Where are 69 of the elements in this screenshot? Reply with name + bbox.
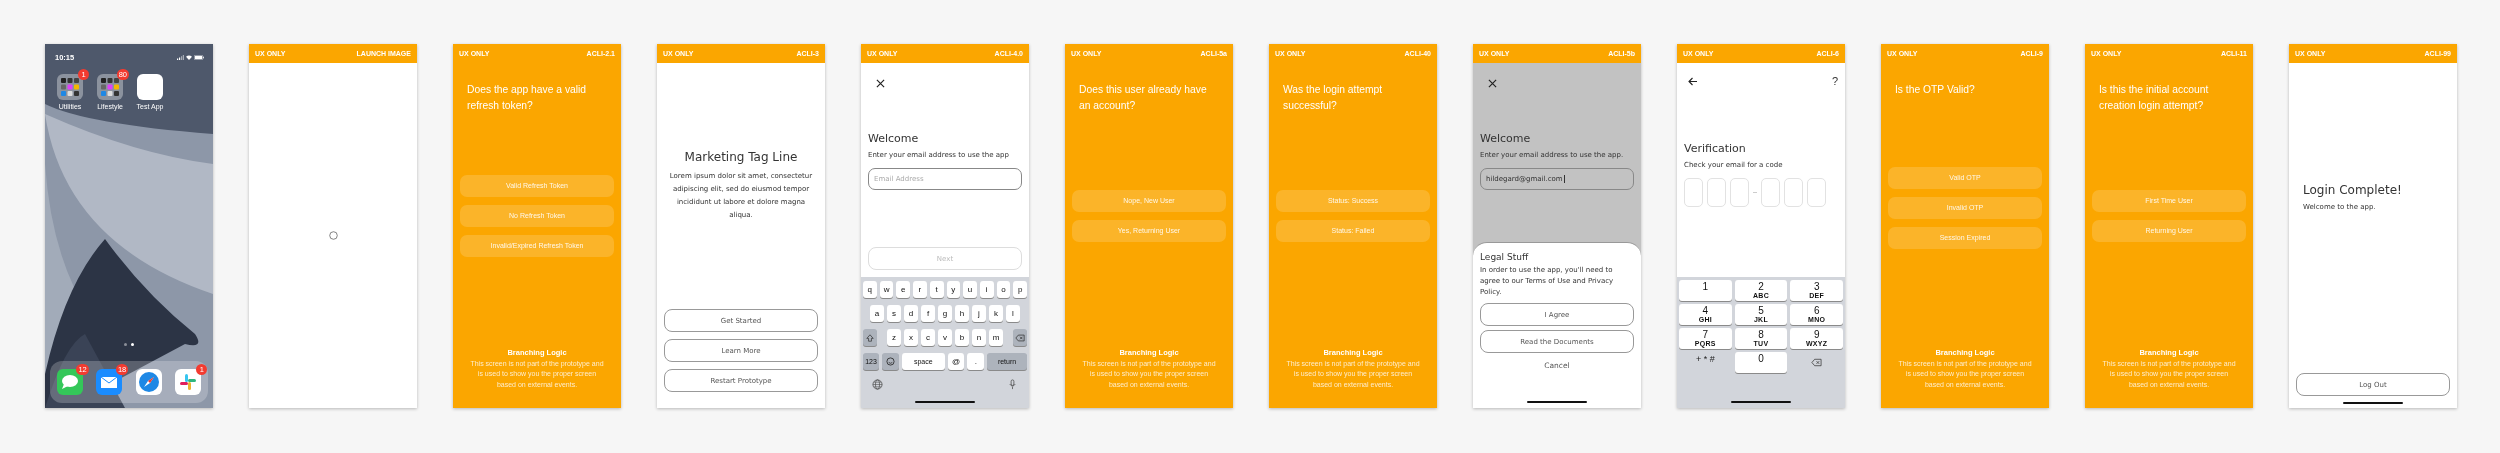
signal-icon (177, 55, 184, 60)
wifi-icon (186, 55, 192, 60)
back-arrow-icon[interactable] (1688, 76, 1698, 86)
delete-key[interactable] (1013, 329, 1027, 346)
shift-key[interactable] (863, 329, 877, 346)
app-icon[interactable] (137, 74, 163, 100)
keyboard-key[interactable]: y (946, 281, 961, 298)
keyboard-key[interactable]: i (979, 281, 994, 298)
keyboard-key[interactable]: v (938, 329, 952, 346)
home-indicator (915, 401, 975, 403)
keypad-key[interactable]: 0 (1734, 352, 1788, 373)
close-icon[interactable] (1488, 79, 1497, 88)
pinwheel-icon[interactable] (175, 369, 202, 395)
keyboard-key[interactable]: z (887, 329, 901, 346)
backspace-icon[interactable] (1811, 358, 1823, 367)
shift-icon (866, 333, 874, 342)
compass-icon[interactable] (135, 369, 162, 395)
verification-title: Verification (1684, 142, 1747, 155)
question-text: Is the OTP Valid? (1894, 83, 1976, 97)
home-indicator (1527, 401, 1587, 403)
keyboard-key[interactable]: l (1006, 305, 1020, 322)
sheet-title: Legal Stuff (1480, 252, 1530, 262)
keypad-key[interactable]: 1 (1679, 280, 1732, 301)
question-text: Was the login attempt successful? (1282, 83, 1384, 113)
question-text: Is this the initial account creation login attempt? (2098, 83, 2210, 113)
globe-icon[interactable] (872, 379, 883, 390)
question-text: Does the app have a valid refresh token? (466, 83, 588, 113)
keyboard-key[interactable]: t (929, 281, 944, 298)
keyboard-key[interactable] (882, 353, 899, 370)
keyboard-key[interactable]: r (913, 281, 927, 298)
keyboard-key[interactable]: m (989, 329, 1003, 346)
page-dot[interactable] (131, 343, 134, 346)
keyboard-key[interactable]: c (921, 329, 935, 346)
keyboard-key[interactable]: @ (947, 353, 965, 370)
home-indicator (1731, 401, 1791, 403)
keyboard-key[interactable]: n (972, 329, 986, 346)
emoji-icon (885, 357, 895, 366)
help-button[interactable]: ? (1831, 75, 1838, 87)
keyboard-key[interactable]: k (989, 305, 1003, 322)
keyboard-key[interactable]: p (1013, 281, 1027, 298)
page-dot[interactable] (124, 343, 127, 346)
keyboard-key[interactable]: j (972, 305, 986, 322)
home-indicator (2343, 402, 2403, 404)
keyboard-key[interactable]: e (896, 281, 911, 298)
keyboard-key[interactable]: q (863, 281, 877, 298)
welcome-title: Welcome (868, 132, 920, 145)
microphone-icon[interactable] (1007, 379, 1018, 390)
keyboard-key[interactable]: u (963, 281, 977, 298)
keyboard-key[interactable]: b (955, 329, 969, 346)
complete-title: Login Complete! (2303, 183, 2403, 197)
close-icon[interactable] (876, 79, 885, 88)
loading-spinner-icon (328, 231, 338, 240)
keyboard-key[interactable]: a (870, 305, 884, 322)
keyboard-key[interactable]: o (996, 281, 1011, 298)
folder-icon[interactable] (57, 74, 83, 100)
keyboard-key[interactable]: w (879, 281, 894, 298)
keyboard-key[interactable]: x (904, 329, 918, 346)
tagline-title: Marketing Tag Line (684, 150, 798, 164)
keyboard-key[interactable]: g (938, 305, 952, 322)
symbols-key[interactable]: + * # (1695, 352, 1715, 364)
keyboard-key[interactable]: f (921, 305, 935, 322)
keyboard-key[interactable]: d (904, 305, 918, 322)
welcome-title: Welcome (1480, 132, 1532, 145)
battery-icon (194, 55, 204, 60)
keyboard-key[interactable]: h (955, 305, 969, 322)
keyboard-key[interactable]: s (887, 305, 901, 322)
backspace-icon (1015, 333, 1025, 342)
keyboard-key[interactable]: . (967, 353, 985, 370)
question-text: Does this user already have an account? (1078, 83, 1208, 113)
